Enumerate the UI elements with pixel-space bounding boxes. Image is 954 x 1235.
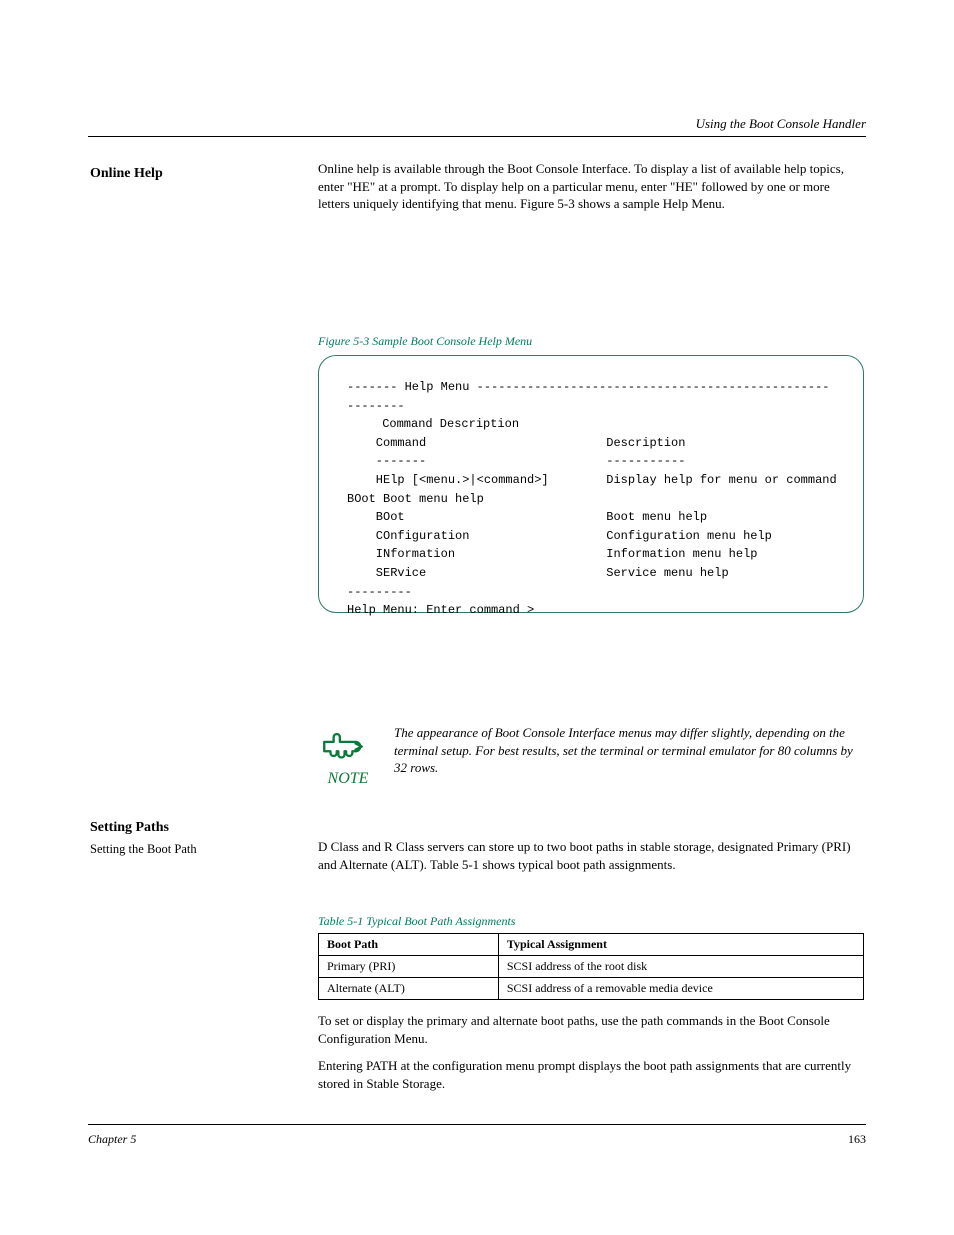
table-cell: Alternate (ALT) (319, 978, 499, 1000)
table-title: Table 5-1 Typical Boot Path Assignments (318, 914, 864, 929)
left-margin-column: Online Help (90, 160, 290, 182)
table-row: Primary (PRI) SCSI address of the root d… (319, 956, 864, 978)
figure-block: Figure 5-3 Sample Boot Console Help Menu… (318, 330, 864, 613)
note-icon-block: NOTE (318, 720, 378, 788)
header-rule (88, 136, 866, 137)
page: Using the Boot Console Handler Online He… (0, 0, 954, 1235)
section-label-setting-paths: Setting Paths (90, 820, 290, 836)
console-line: BOot Boot menu help (347, 508, 835, 527)
table-cell: SCSI address of a removable media device (498, 978, 863, 1000)
table-header-row: Boot Path Typical Assignment (319, 934, 864, 956)
console-line: Command Description (347, 434, 835, 453)
para-setting-paths-2: To set or display the primary and altern… (318, 1012, 864, 1047)
para-online-help: Online help is available through the Boo… (318, 160, 864, 213)
setting-paths-body: D Class and R Class servers can store up… (318, 838, 864, 883)
console-line: Command Description (347, 415, 835, 434)
footer-chapter: Chapter 5 (88, 1132, 136, 1147)
pointing-hand-icon (318, 720, 368, 770)
console-line: BOot Boot menu help (347, 490, 835, 509)
after-table-paras: To set or display the primary and altern… (318, 1012, 864, 1102)
console-line: ------- Help Menu ----------------------… (347, 378, 835, 415)
console-line: SERvice Service menu help (347, 564, 835, 583)
table-row: Alternate (ALT) SCSI address of a remova… (319, 978, 864, 1000)
figure-caption: Figure 5-3 Sample Boot Console Help Menu (318, 334, 864, 349)
table-block: Table 5-1 Typical Boot Path Assignments … (318, 914, 864, 1000)
console-line: Help Menu: Enter command > (347, 601, 835, 620)
left-label-setting-paths: Setting Paths Setting the Boot Path (90, 820, 290, 857)
console-line: HElp [<menu.>|<command>] Display help fo… (347, 471, 835, 490)
para-setting-paths-3: Entering PATH at the configuration menu … (318, 1057, 864, 1092)
console-line: ------- ----------- (347, 452, 835, 471)
note-text: The appearance of Boot Console Interface… (394, 724, 864, 777)
boot-path-table: Boot Path Typical Assignment Primary (PR… (318, 933, 864, 1000)
table-header-cell: Boot Path (319, 934, 499, 956)
note-label: NOTE (318, 770, 378, 788)
console-box: ------- Help Menu ----------------------… (318, 355, 864, 613)
section-label-online-help: Online Help (90, 166, 290, 182)
table-cell: SCSI address of the root disk (498, 956, 863, 978)
running-header: Using the Boot Console Handler (696, 116, 866, 132)
console-line: --------- (347, 583, 835, 602)
console-line: COnfiguration Configuration menu help (347, 527, 835, 546)
table-header-cell: Typical Assignment (498, 934, 863, 956)
footer-page-number: 163 (848, 1132, 866, 1147)
main-column: Online help is available through the Boo… (318, 160, 864, 223)
table-cell: Primary (PRI) (319, 956, 499, 978)
footer-rule (88, 1124, 866, 1125)
para-setting-paths-1: D Class and R Class servers can store up… (318, 838, 864, 873)
console-line: INformation Information menu help (347, 545, 835, 564)
subsection-label-boot-path: Setting the Boot Path (90, 842, 290, 857)
